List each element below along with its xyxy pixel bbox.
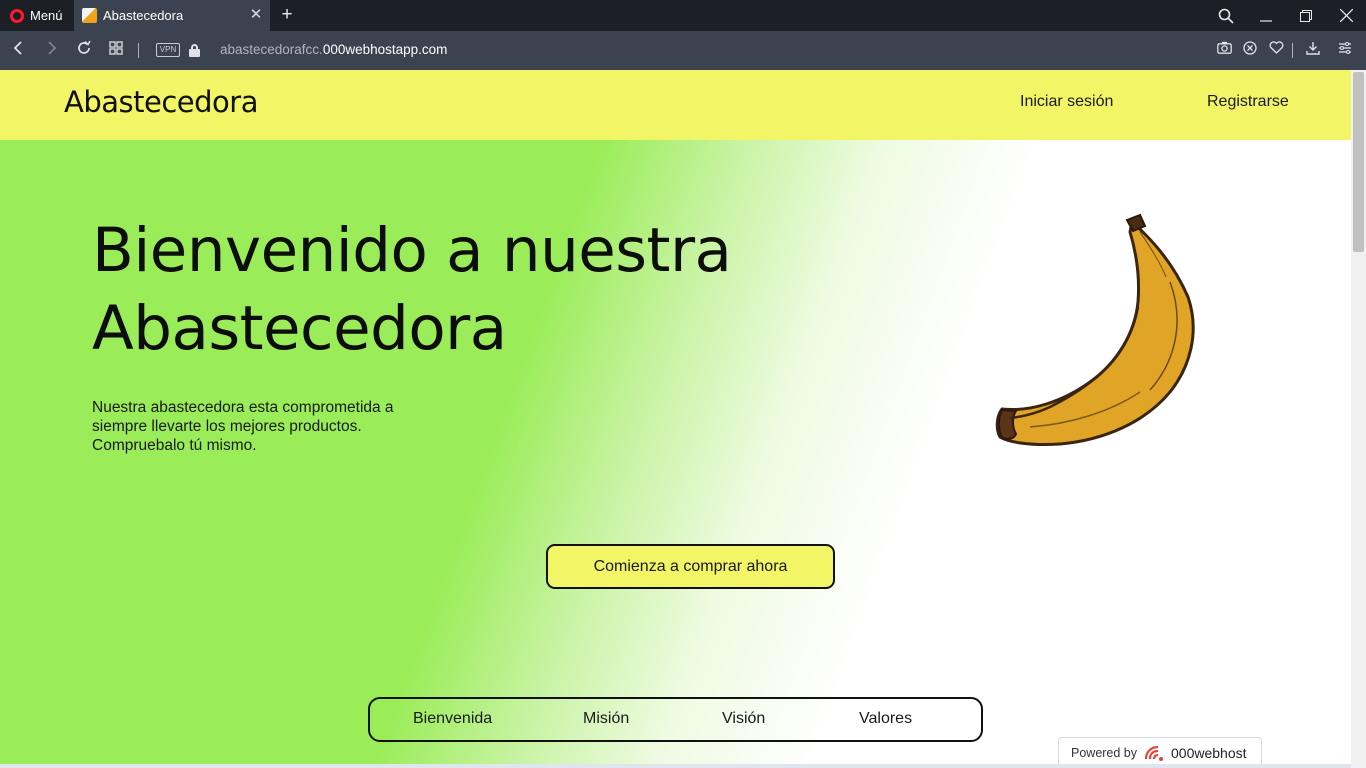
powered-by-name: 000webhost [1171,745,1247,761]
hero-description: Nuestra abastecedora esta comprometida a… [92,399,394,454]
toolbar-separator [1292,43,1293,58]
restore-icon[interactable] [1286,0,1326,31]
forward-icon[interactable] [40,40,62,62]
favicon-icon [82,8,97,23]
new-tab-icon[interactable]: + [278,4,296,26]
tab-title: Abastecedora [103,8,184,23]
toolbar-separator [138,43,139,58]
hero-title: Bienvenido a nuestra Abastecedora [92,215,732,364]
tab-mision[interactable]: Misión [583,710,629,728]
minimize-icon[interactable] [1246,0,1286,31]
info-tabs: Bienvenida Misión Visión Valores [368,697,983,742]
address-bar: VPN abastecedorafcc.000webhostapp.com [0,31,1366,70]
site-header: Abastecedora Iniciar sesión Registrarse [0,70,1351,140]
heart-icon[interactable] [1267,41,1285,59]
start-shopping-button[interactable]: Comienza a comprar ahora [546,544,835,589]
url-field[interactable]: abastecedorafcc.000webhostapp.com [220,42,447,57]
hero-section: Bienvenido a nuestra Abastecedora Nuestr… [0,140,1351,768]
site-brand[interactable]: Abastecedora [64,85,258,119]
tab-valores[interactable]: Valores [859,710,912,728]
page-viewport: Abastecedora Iniciar sesión Registrarse … [0,70,1351,768]
banana-illustration [995,213,1195,446]
menu-label: Menú [30,8,63,23]
tab-vision[interactable]: Visión [722,710,765,728]
opera-logo-icon [10,8,24,23]
login-link[interactable]: Iniciar sesión [1020,93,1113,111]
easy-setup-icon[interactable] [1336,41,1354,59]
powered-by-label: Powered by [1071,746,1138,760]
lock-icon[interactable] [189,44,200,57]
browser-tab[interactable]: Abastecedora ✕ [74,0,270,31]
search-icon[interactable] [1206,0,1246,31]
download-icon[interactable] [1304,41,1322,59]
back-icon[interactable] [8,40,30,62]
reload-icon[interactable] [73,40,95,62]
page-scrollbar[interactable] [1351,70,1366,768]
bottom-strip [0,764,1351,768]
scrollbar-thumb[interactable] [1353,72,1364,252]
000webhost-logo-icon [1144,745,1164,761]
url-domain: 000webhostapp.com [322,42,448,57]
vpn-icon[interactable]: VPN [156,43,180,57]
register-link[interactable]: Registrarse [1207,93,1289,111]
speed-dial-icon[interactable] [105,40,127,62]
browser-tab-bar: Menú Abastecedora ✕ + [0,0,1366,31]
camera-icon[interactable] [1215,41,1233,59]
tab-bienvenida[interactable]: Bienvenida [413,710,492,728]
opera-menu-button[interactable]: Menú [0,0,74,31]
close-icon[interactable] [1326,0,1366,31]
tab-close-icon[interactable]: ✕ [248,7,264,23]
url-prefix: abastecedorafcc. [220,42,323,57]
adblock-icon[interactable] [1241,41,1259,59]
